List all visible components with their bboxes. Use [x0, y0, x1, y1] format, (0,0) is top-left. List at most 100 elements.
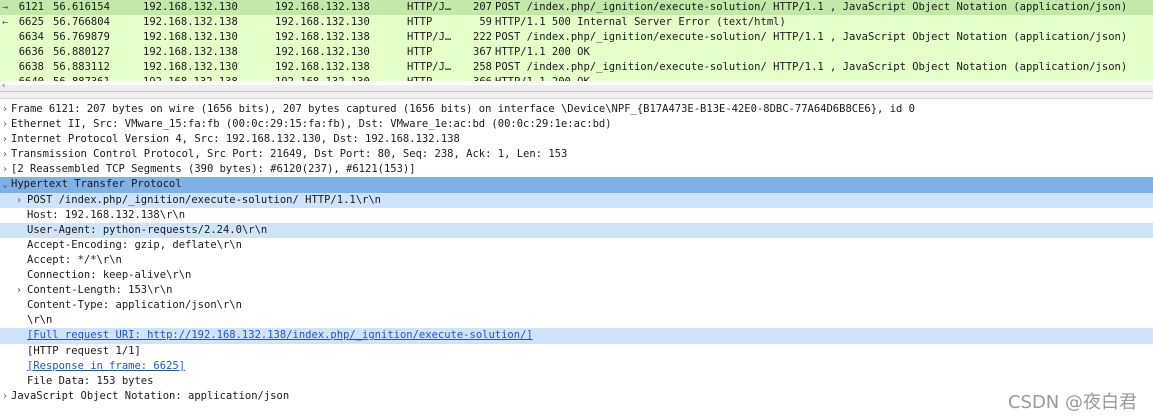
tree-row[interactable]: File Data: 153 bytes	[0, 374, 1153, 389]
tree-row-label: Transmission Control Protocol, Src Port:…	[11, 148, 568, 161]
packet-length: 258	[473, 61, 492, 73]
tree-row-label: POST /index.php/_ignition/execute-soluti…	[27, 193, 382, 206]
packet-source: 192.168.132.138	[143, 75, 238, 81]
tree-row[interactable]: › Ethernet II, Src: VMware_15:fa:fb (00:0…	[0, 117, 1153, 132]
packet-destination: 192.168.132.130	[275, 75, 370, 81]
packet-number: 6625	[18, 16, 44, 28]
packet-destination: 192.168.132.138	[275, 61, 370, 73]
tree-row-label: File Data: 153 bytes	[27, 374, 154, 387]
tree-row-label: Host: 192.168.132.138\r\n	[27, 208, 186, 221]
tree-row[interactable]: › JavaScript Object Notation: application…	[0, 389, 1153, 404]
packet-time: 56.887361	[53, 75, 110, 81]
watermark: CSDN @夜白君	[1007, 392, 1137, 413]
pane-splitter[interactable]	[0, 91, 1153, 99]
packet-length: 207	[473, 1, 492, 13]
expand-arrow-icon[interactable]: ›	[14, 193, 24, 208]
packet-source: 192.168.132.138	[143, 46, 238, 58]
tree-row-label: Content-Length: 153\r\n	[27, 284, 173, 297]
scroll-left-arrow-icon[interactable]: ‹	[1, 81, 6, 91]
tree-row[interactable]: ⌄ Hypertext Transfer Protocol	[0, 177, 1153, 193]
tree-row[interactable]: › POST /index.php/_ignition/execute-solut…	[0, 192, 1153, 208]
packet-list[interactable]: → 6121 56.616154 192.168.132.130 192.168.132…	[0, 0, 1153, 91]
tree-row-label: [Response in frame: 6625]	[27, 359, 186, 372]
packet-protocol: HTTP	[407, 46, 433, 58]
tree-row[interactable]: › Content-Length: 153\r\n	[0, 283, 1153, 298]
packet-time: 56.880127	[53, 46, 110, 58]
packet-row[interactable]: → 6121 56.616154 192.168.132.130 192.168.132…	[0, 0, 1153, 15]
packet-row[interactable]: 6638 56.883112 192.168.132.130 192.168.132.…	[0, 60, 1153, 75]
packet-number: 6634	[18, 31, 44, 43]
packet-number: 6121	[18, 1, 44, 13]
packet-row[interactable]: 6636 56.880127 192.168.132.138 192.168.132.…	[0, 45, 1153, 60]
packet-length: 59	[479, 16, 492, 28]
tree-row-label: Content-Type: application/json\r\n	[27, 299, 242, 312]
packet-time: 56.769879	[53, 31, 110, 43]
packet-row[interactable]: ← 6625 56.766804 192.168.132.138 192.168.132…	[0, 15, 1153, 30]
packet-number: 6638	[18, 61, 44, 73]
expand-arrow-icon[interactable]: ›	[0, 389, 10, 404]
tree-row[interactable]: › Internet Protocol Version 4, Src: 192.1…	[0, 132, 1153, 147]
tree-row[interactable]: [HTTP request 1/1]	[0, 344, 1153, 359]
tree-row-label: \r\n	[27, 314, 53, 327]
expand-arrow-icon[interactable]: ›	[14, 283, 24, 298]
tree-row[interactable]: Host: 192.168.132.138\r\n	[0, 208, 1153, 223]
expand-arrow-icon[interactable]: ›	[0, 102, 10, 117]
packet-info: POST /index.php/_ignition/execute-soluti…	[495, 1, 1128, 13]
packet-protocol: HTTP/J…	[407, 31, 452, 43]
tree-row-label: Ethernet II, Src: VMware_15:fa:fb (00:0c…	[11, 118, 612, 131]
tree-row-label: Accept: */*\r\n	[27, 253, 122, 266]
tree-row-label: [2 Reassembled TCP Segments (390 bytes):…	[11, 163, 416, 176]
packet-info: HTTP/1.1 500 Internal Server Error (text…	[495, 16, 786, 28]
packet-info: POST /index.php/_ignition/execute-soluti…	[495, 61, 1128, 73]
expand-arrow-icon[interactable]: ›	[0, 162, 10, 177]
packet-protocol: HTTP	[407, 75, 432, 81]
packet-length: 367	[473, 46, 492, 58]
packet-direction-icon: →	[2, 2, 9, 13]
tree-row[interactable]: › Frame 6121: 207 bytes on wire (1656 bit…	[0, 102, 1153, 117]
packet-time: 56.616154	[53, 1, 110, 13]
expand-arrow-icon[interactable]: ›	[0, 147, 10, 162]
packet-destination: 192.168.132.138	[275, 1, 370, 13]
tree-row[interactable]: Content-Type: application/json\r\n	[0, 298, 1153, 313]
packet-source: 192.168.132.138	[143, 16, 238, 28]
packet-time: 56.883112	[53, 61, 110, 73]
packet-source: 192.168.132.130	[143, 61, 238, 73]
expand-arrow-icon[interactable]: ⌄	[0, 177, 10, 192]
tree-row[interactable]: [Response in frame: 6625]	[0, 359, 1153, 374]
tree-row-label: Internet Protocol Version 4, Src: 192.16…	[11, 133, 460, 146]
packet-row[interactable]: 6640 56.887361 192.168.132.138 192.168.132.…	[0, 75, 1153, 81]
packet-length: 366	[462, 75, 492, 81]
packet-direction-icon: ←	[2, 17, 9, 28]
tree-row-label: JavaScript Object Notation: application/…	[11, 389, 290, 402]
tree-row-label: Accept-Encoding: gzip, deflate\r\n	[27, 238, 242, 251]
tree-row[interactable]: › Transmission Control Protocol, Src Port…	[0, 147, 1153, 162]
packet-destination: 192.168.132.130	[275, 46, 370, 58]
packet-info: HTTP/1.1 200 OK	[495, 75, 590, 81]
tree-row[interactable]: › [2 Reassembled TCP Segments (390 bytes)…	[0, 162, 1153, 177]
packet-row[interactable]: 6634 56.769879 192.168.132.130 192.168.132.…	[0, 30, 1153, 45]
tree-row[interactable]: Accept: */*\r\n	[0, 253, 1153, 268]
packet-number: 6640	[14, 75, 44, 81]
tree-row[interactable]: [Full request URI: http://192.168.132.13…	[0, 328, 1153, 344]
tree-row[interactable]: User-Agent: python-requests/2.24.0\r\n	[0, 222, 1153, 238]
expand-arrow-icon[interactable]: ›	[0, 132, 10, 147]
packet-source: 192.168.132.130	[143, 1, 238, 13]
packet-number: 6636	[18, 46, 44, 58]
packet-protocol: HTTP/J…	[407, 61, 452, 73]
tree-row[interactable]: Accept-Encoding: gzip, deflate\r\n	[0, 238, 1153, 253]
expand-arrow-icon[interactable]: ›	[0, 117, 10, 132]
packet-destination: 192.168.132.130	[275, 16, 370, 28]
packet-destination: 192.168.132.138	[275, 31, 370, 43]
tree-row-label: Hypertext Transfer Protocol	[11, 178, 182, 191]
tree-row[interactable]: \r\n	[0, 313, 1153, 328]
packet-details-tree[interactable]: › Frame 6121: 207 bytes on wire (1656 bit…	[0, 102, 1153, 404]
packet-protocol: HTTP	[407, 16, 433, 28]
tree-row-label: Frame 6121: 207 bytes on wire (1656 bits…	[11, 103, 915, 115]
tree-row-label: [Full request URI: http://192.168.132.13…	[27, 329, 533, 342]
tree-row-label: Connection: keep-alive\r\n	[27, 269, 192, 282]
packet-source: 192.168.132.130	[143, 31, 238, 43]
tree-row-label: User-Agent: python-requests/2.24.0\r\n	[27, 223, 268, 236]
packet-info: POST /index.php/_ignition/execute-soluti…	[495, 31, 1128, 43]
packet-length: 222	[473, 31, 492, 43]
tree-row[interactable]: Connection: keep-alive\r\n	[0, 268, 1153, 283]
